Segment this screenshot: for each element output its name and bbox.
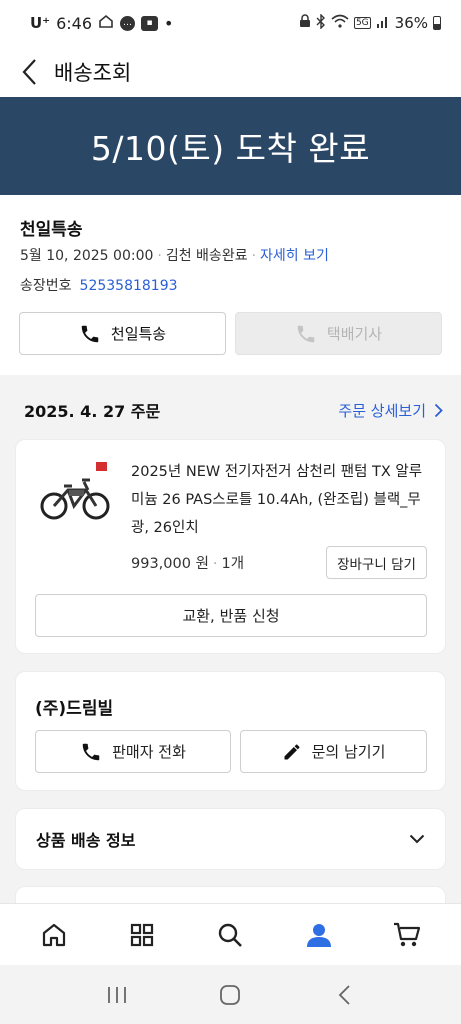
product-price: 993,000 원 [131,556,209,572]
lock-icon [299,14,311,32]
phone-icon [82,743,100,760]
seller-name: (주)드림빌 [35,699,114,719]
cart-icon [393,922,420,946]
chevron-left-icon [22,58,36,85]
status-bar: U⁺ 6:46 … ▪ • 5G 36% [0,0,461,46]
chevron-down-icon [409,834,425,844]
home-icon [42,923,66,946]
recent-apps-icon [107,986,126,1003]
invoice-label: 송장번호 [20,278,72,294]
data-5g-icon: 5G [353,17,371,29]
separator-dot: · [251,248,257,264]
product-quantity: 1개 [221,556,245,572]
wifi-icon [331,14,349,32]
shipping-info-section: 천일특송 5월 10, 2025 00:00 · 김천 배송완료 · 자세히 보기 송장… [0,195,461,375]
product-card: 2025년 NEW 전기자전거 삼천리 팬텀 TX 알루미늄 26 PAS스로틀… [15,439,446,654]
carrier-label: U⁺ [30,14,51,32]
tracking-status-line: 5월 10, 2025 00:00 · 김천 배송완료 · 자세히 보기 [20,245,329,265]
system-nav-bar [0,965,461,1024]
call-seller-label: 판매자 전화 [112,743,186,761]
tab-my-account[interactable] [296,912,342,958]
add-to-cart-button[interactable]: 장바구니 담기 [326,546,427,579]
invoice-number-link[interactable]: 52535818193 [80,278,178,294]
call-seller-button[interactable]: 판매자 전화 [35,730,231,773]
product-price-line: 993,000 원 · 1개 [131,552,244,573]
more-notifications-icon: • [164,13,174,33]
call-courier-button[interactable]: 천일특송 [19,312,226,355]
back-nav-button[interactable] [324,975,364,1015]
battery-icon [433,16,441,30]
bicycle-image [40,462,110,520]
chat-notification-icon: … [120,15,136,31]
order-detail-link[interactable]: 주문 상세보기 [338,400,443,421]
app-notification-icon: ▪ [141,15,159,31]
leave-inquiry-label: 문의 남기기 [311,743,386,761]
product-name[interactable]: 2025년 NEW 전기자전거 삼천리 팬텀 TX 알루미늄 26 PAS스로틀… [131,458,431,542]
back-nav-icon [338,984,350,1005]
tab-categories[interactable] [119,912,165,958]
user-icon [306,923,331,947]
battery-label: 36% [394,14,428,32]
delivery-info-title: 상품 배송 정보 [36,831,136,850]
home-nav-icon [220,984,241,1005]
leave-inquiry-button[interactable]: 문의 남기기 [240,730,427,773]
bottom-tab-bar [0,903,461,965]
courier-name: 천일특송 [20,220,83,240]
tab-home[interactable] [31,912,77,958]
delivery-datetime: 5월 10, 2025 00:00 [20,248,154,264]
search-icon [219,923,243,947]
invoice-line: 송장번호 52535818193 [20,275,178,295]
product-image[interactable] [38,460,114,524]
phone-icon [81,325,99,342]
call-driver-button[interactable]: 택배기사 [235,312,442,355]
tracking-detail-link[interactable]: 자세히 보기 [260,248,329,264]
call-courier-label: 천일특송 [110,325,167,343]
bluetooth-icon [316,12,326,33]
home-nav-button[interactable] [210,975,250,1015]
app-header: 배송조회 [0,46,461,97]
signal-icon [376,14,390,32]
order-date: 2025. 4. 27 주문 [24,402,161,421]
pencil-icon [284,744,300,759]
grid-icon [131,923,154,946]
order-detail-label: 주문 상세보기 [338,401,426,420]
separator-dot: · [212,556,218,572]
call-driver-label: 택배기사 [326,325,383,343]
tab-cart[interactable] [384,912,430,958]
tab-search[interactable] [207,912,253,958]
recent-apps-button[interactable] [97,975,137,1015]
home-notification-icon [98,14,114,33]
delivery-info-accordion[interactable]: 상품 배송 정보 [15,808,446,870]
delivery-status-banner: 5/10(토) 도착 완료 [0,97,461,195]
separator-dot: · [157,248,162,264]
clock: 6:46 [56,13,93,33]
chevron-right-icon [434,403,443,417]
phone-icon [297,325,315,342]
seller-card: (주)드림빌 판매자 전화 문의 남기기 [15,671,446,791]
order-header: 2025. 4. 27 주문 주문 상세보기 [24,398,443,422]
delivery-location-status: 김천 배송완료 [165,248,248,264]
exchange-return-button[interactable]: 교환, 반품 신청 [35,594,427,637]
back-button[interactable] [18,57,40,87]
page-title: 배송조회 [54,60,132,85]
